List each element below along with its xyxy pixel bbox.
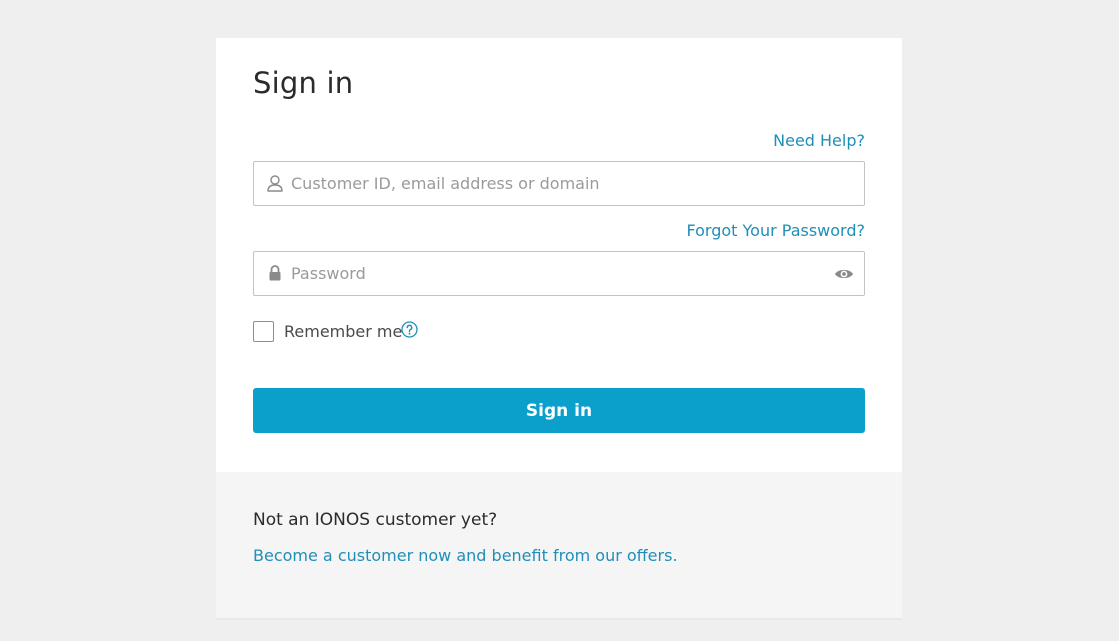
eye-icon[interactable] — [834, 265, 854, 283]
need-help-link[interactable]: Need Help? — [773, 131, 865, 150]
remember-me-checkbox[interactable] — [253, 321, 274, 342]
signup-section: Not an IONOS customer yet? Become a cust… — [216, 472, 902, 620]
page-title: Sign in — [253, 66, 354, 100]
become-customer-link[interactable]: Become a customer now and benefit from o… — [253, 546, 678, 565]
password-field — [253, 251, 865, 296]
lock-icon — [269, 265, 281, 281]
sign-in-button[interactable]: Sign in — [253, 388, 865, 433]
question-circle-icon[interactable] — [401, 321, 418, 338]
login-card: Sign in Need Help? Forgot Your Password? — [216, 38, 902, 620]
forgot-password-link[interactable]: Forgot Your Password? — [687, 221, 866, 240]
password-input[interactable] — [291, 252, 831, 295]
signup-prompt: Not an IONOS customer yet? — [253, 510, 498, 530]
user-icon — [267, 175, 283, 192]
login-form: Sign in Need Help? Forgot Your Password? — [216, 38, 902, 472]
remember-me-label: Remember me — [284, 322, 403, 341]
username-input[interactable] — [291, 162, 831, 205]
username-field — [253, 161, 865, 206]
